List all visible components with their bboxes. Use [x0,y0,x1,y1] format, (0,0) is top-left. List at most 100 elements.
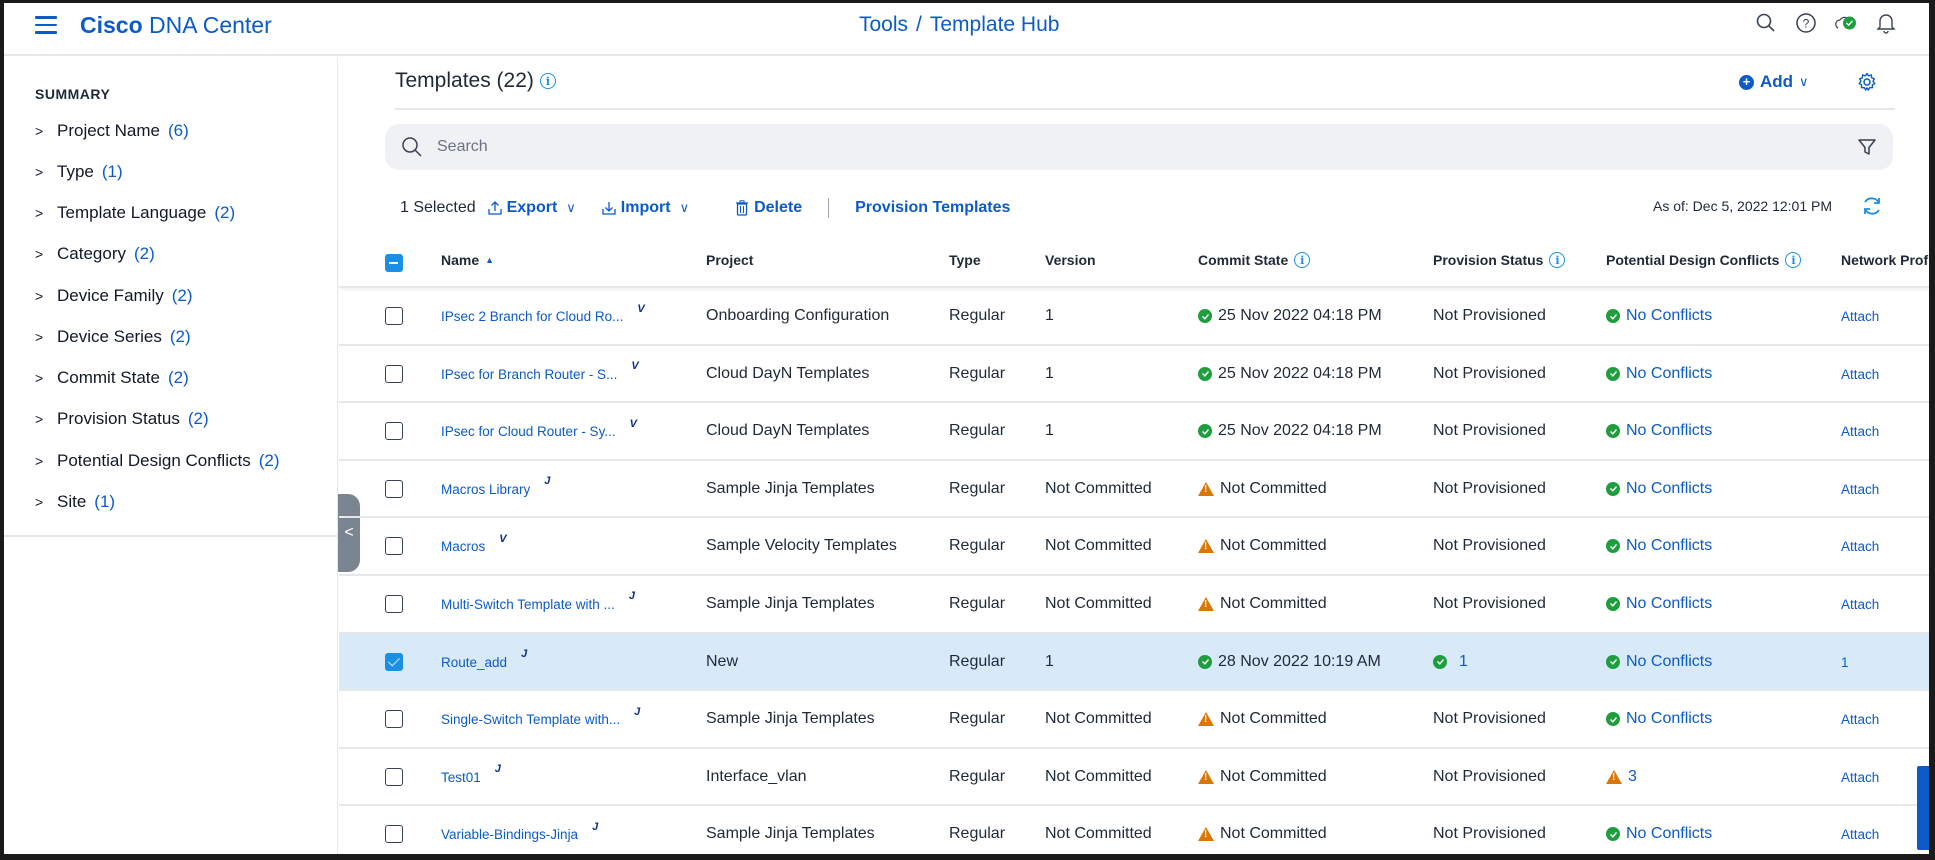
design-conflicts-link[interactable]: No Conflicts [1626,595,1712,613]
filter-label: Device Family [57,286,164,305]
design-conflicts-link[interactable]: No Conflicts [1626,710,1712,728]
design-conflicts-link[interactable]: No Conflicts [1626,365,1712,383]
template-name-link[interactable]: Test01 [441,770,481,785]
column-header-design-conflicts[interactable]: Potential Design Conflicts i [1606,252,1802,268]
template-name-link[interactable]: Single-Switch Template with... [441,712,620,727]
info-icon[interactable]: i [539,73,556,89]
template-language-badge: J [521,648,528,661]
template-name-link[interactable]: Variable-Bindings-Jinja [441,827,578,842]
design-conflicts-link[interactable]: No Conflicts [1626,307,1712,325]
table-row[interactable]: Variable-Bindings-Jinja J Sample Jinja Tem… [339,806,1929,854]
network-profile-link[interactable]: Attach [1841,712,1879,727]
provision-status-text: Not Provisioned [1433,479,1546,497]
select-all-checkbox[interactable] [385,254,403,272]
row-checkbox[interactable] [385,710,403,729]
table-row[interactable]: IPsec for Cloud Router - Sy... V Cloud Day… [339,403,1929,461]
network-profile-link[interactable]: Attach [1841,770,1879,785]
column-header-commit-state[interactable]: Commit State i [1198,252,1311,268]
design-conflicts-link[interactable]: No Conflicts [1626,422,1712,440]
filter-device-series[interactable]: > Device Series (2) [35,327,191,347]
notification-bell-icon[interactable] [1873,10,1899,36]
row-checkbox[interactable] [385,537,403,556]
network-profile-link[interactable]: Attach [1841,424,1879,439]
template-name-link[interactable]: Multi-Switch Template with ... [441,597,615,612]
column-header-network-profile[interactable]: Network Profile [1841,252,1929,268]
filter-icon[interactable] [1857,137,1877,157]
column-header-version[interactable]: Version [1045,252,1096,268]
add-button[interactable]: + Add ∨ [1739,72,1809,92]
row-checkbox[interactable] [385,364,403,383]
network-profile-link[interactable]: Attach [1841,482,1879,497]
table-row[interactable]: IPsec for Branch Router - S... V Cloud Day… [339,346,1929,404]
page-title: Templates (22) i [395,69,556,93]
import-button[interactable]: Import ∨ [602,199,689,217]
network-profile-link[interactable]: Attach [1841,367,1879,382]
template-name-link[interactable]: Macros [441,539,485,554]
design-conflicts-link[interactable]: 3 [1628,768,1637,786]
hamburger-menu-icon[interactable] [35,16,57,34]
template-name-link[interactable]: IPsec for Branch Router - S... [441,367,617,382]
row-checkbox[interactable] [385,825,403,844]
vertical-scrollbar-thumb[interactable] [1917,766,1929,850]
design-conflicts-link[interactable]: No Conflicts [1626,480,1712,498]
info-icon[interactable]: i [1549,252,1566,268]
filter-project-name[interactable]: > Project Name (6) [35,121,189,141]
search-icon[interactable] [1753,10,1779,36]
column-header-type[interactable]: Type [949,252,981,268]
filter-category[interactable]: > Category (2) [35,244,155,264]
row-checkbox[interactable] [385,767,403,786]
row-checkbox[interactable] [385,479,403,498]
row-checkbox[interactable] [385,307,403,325]
filter-device-family[interactable]: > Device Family (2) [35,286,193,306]
network-profile-link[interactable]: 1 [1841,655,1849,670]
template-name-cell: Single-Switch Template with... J [441,706,640,728]
search-input[interactable] [437,138,1737,156]
provision-status-text[interactable]: 1 [1459,653,1468,671]
row-checkbox[interactable] [385,422,403,441]
design-conflicts-link[interactable]: No Conflicts [1626,653,1712,671]
table-row[interactable]: Macros Library J Sample Jinja Templates Reg… [339,461,1929,519]
network-profile-link[interactable]: Attach [1841,539,1879,554]
gear-icon[interactable] [1857,72,1877,97]
design-conflicts-cell: No Conflicts [1606,307,1712,325]
table-row[interactable]: Test01 J Interface_vlan Regular Not Committe… [339,749,1929,807]
network-profile-link[interactable]: Attach [1841,827,1879,842]
template-name-link[interactable]: IPsec 2 Branch for Cloud Ro... [441,309,623,324]
table-row[interactable]: Multi-Switch Template with ... J Sample Ji… [339,576,1929,634]
network-profile-link[interactable]: Attach [1841,309,1879,324]
table-row[interactable]: Route_add J New Regular 1 28 Nov 2022 10:19 A… [339,633,1929,692]
column-header-provision-status[interactable]: Provision Status i [1433,252,1566,268]
info-icon[interactable]: i [1294,252,1311,268]
refresh-icon[interactable] [1861,195,1883,222]
cloud-status-icon[interactable] [1833,10,1859,36]
table-row[interactable]: IPsec 2 Branch for Cloud Ro... V Onboardin… [339,288,1929,346]
design-conflicts-link[interactable]: No Conflicts [1626,537,1712,555]
table-row[interactable]: Macros V Sample Velocity Templates Regular N… [339,518,1929,576]
filter-potential-design-conflicts[interactable]: > Potential Design Conflicts (2) [35,451,280,471]
template-name-link[interactable]: Route_add [441,655,507,670]
filter-provision-status[interactable]: > Provision Status (2) [35,409,209,429]
column-header-name[interactable]: Name ▲ [441,252,494,268]
filter-site[interactable]: > Site (1) [35,492,115,512]
template-name-link[interactable]: IPsec for Cloud Router - Sy... [441,424,616,439]
info-icon[interactable]: i [1785,252,1802,268]
row-checkbox[interactable] [385,652,403,671]
help-icon[interactable]: ? [1793,10,1819,36]
filter-commit-state[interactable]: > Commit State (2) [35,368,189,388]
template-name-link[interactable]: Macros Library [441,482,530,497]
column-header-project[interactable]: Project [706,252,753,268]
provision-status-cell: Not Provisioned [1433,537,1546,555]
breadcrumb-tools[interactable]: Tools [859,13,908,36]
export-button[interactable]: Export ∨ [487,199,576,217]
filter-count: (6) [167,121,189,140]
filter-type[interactable]: > Type (1) [35,162,123,182]
table-row[interactable]: Single-Switch Template with... J Sample Ji… [339,691,1929,749]
row-checkbox[interactable] [385,594,403,613]
network-profile-link[interactable]: Attach [1841,597,1879,612]
app-brand[interactable]: Cisco DNA Center [80,12,272,39]
delete-button[interactable]: Delete [735,199,802,217]
warning-icon [1606,769,1622,784]
filter-template-language[interactable]: > Template Language (2) [35,203,235,223]
design-conflicts-link[interactable]: No Conflicts [1626,825,1712,843]
provision-templates-button[interactable]: Provision Templates [855,199,1010,217]
